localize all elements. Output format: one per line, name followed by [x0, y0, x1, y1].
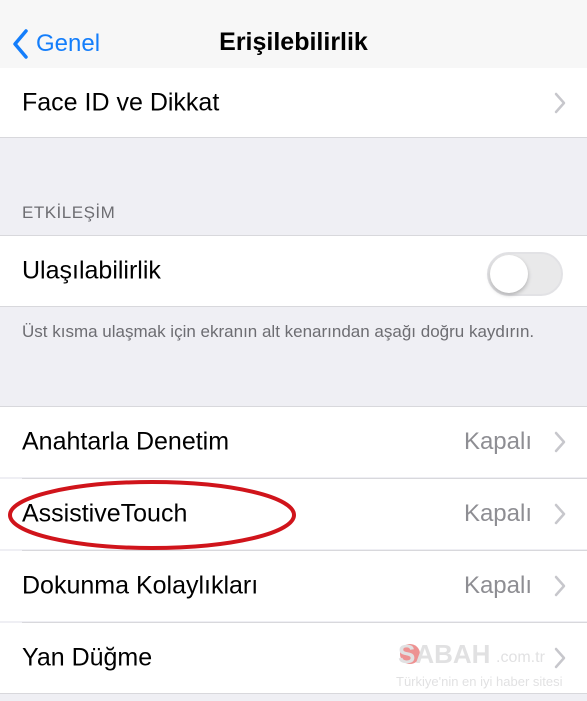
reachability-footer: Üst kısma ulaşmak için ekranın alt kenar… — [22, 322, 535, 341]
list-row-switch-control[interactable]: Anahtarla Denetim Kapalı — [0, 407, 587, 477]
chevron-right-icon — [554, 503, 566, 525]
chevron-right-icon — [554, 575, 566, 597]
chevron-right-icon — [554, 647, 566, 669]
face-id-row[interactable]: Face ID ve Dikkat — [0, 68, 587, 138]
reachability-row: Ulaşılabilirlik — [0, 236, 587, 306]
reachability-label: Ulaşılabilirlik — [22, 256, 161, 285]
face-id-label: Face ID ve Dikkat — [22, 88, 220, 117]
row-label: Dokunma Kolaylıkları — [22, 571, 259, 600]
list-row-assistivetouch[interactable]: AssistiveTouch Kapalı — [0, 479, 587, 549]
row-label: Yan Düğme — [22, 643, 153, 672]
divider — [0, 693, 587, 694]
divider — [0, 137, 587, 138]
page-title: Erişilebilirlik — [219, 28, 368, 56]
chevron-right-icon — [554, 92, 566, 114]
row-label: AssistiveTouch — [22, 499, 188, 528]
section-header-interaction: ETKİLEŞİM — [22, 203, 116, 222]
toggle-knob — [490, 255, 528, 293]
row-label: Anahtarla Denetim — [22, 427, 230, 456]
chevron-right-icon — [554, 431, 566, 453]
divider — [0, 306, 587, 307]
row-value: Kapalı — [463, 500, 532, 527]
row-value: Kapalı — [463, 572, 532, 599]
reachability-toggle[interactable] — [487, 252, 563, 296]
list-row-touch-accommodations[interactable]: Dokunma Kolaylıkları Kapalı — [0, 551, 587, 621]
list-row-side-button[interactable]: Yan Düğme — [0, 623, 587, 693]
row-value: Kapalı — [463, 428, 532, 455]
